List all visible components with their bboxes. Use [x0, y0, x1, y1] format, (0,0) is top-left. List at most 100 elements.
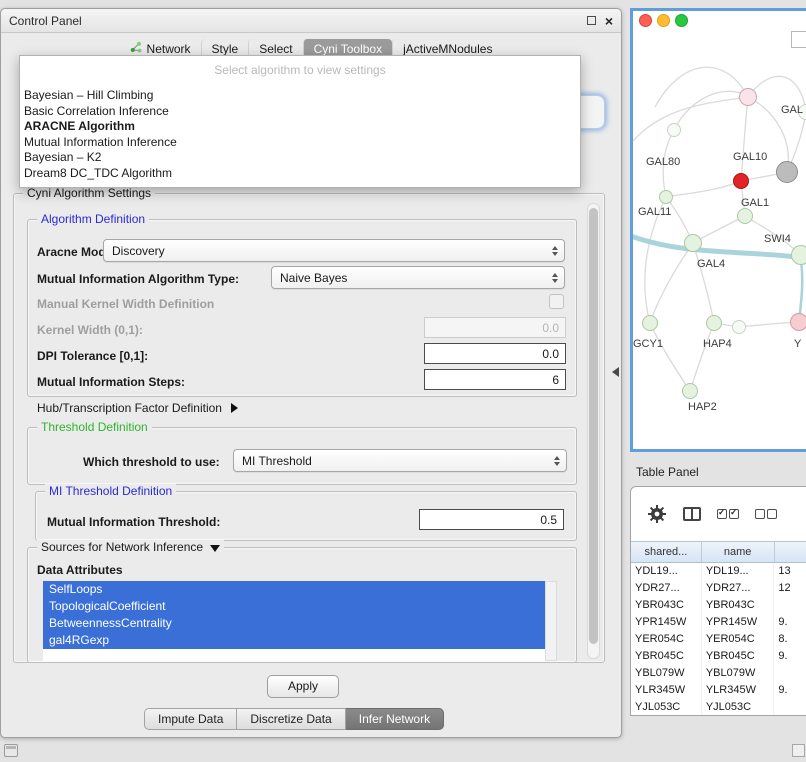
- table-cell: 9.: [774, 648, 806, 665]
- algorithm-option-bayesian-k2[interactable]: Bayesian – K2: [20, 150, 580, 166]
- apply-button[interactable]: Apply: [267, 675, 339, 698]
- which-threshold-select[interactable]: MI Threshold: [233, 449, 567, 472]
- table-column-header-2[interactable]: [775, 542, 806, 562]
- network-node-swi4[interactable]: [791, 245, 806, 265]
- table-settings-gear-icon[interactable]: [647, 504, 667, 524]
- network-node[interactable]: [776, 161, 798, 183]
- deselect-all-icon[interactable]: [755, 509, 777, 519]
- table-row[interactable]: YBL079WYBL079W: [631, 665, 806, 682]
- table-cell: YBR045C: [702, 648, 775, 665]
- manual-kernel-width-checkbox[interactable]: [549, 294, 564, 309]
- aracne-mode-select[interactable]: Discovery: [103, 239, 565, 262]
- mi-algorithm-type-value: Naive Bayes: [272, 271, 548, 285]
- dpi-tolerance-field[interactable]: 0.0: [424, 343, 566, 364]
- network-edge[interactable]: [741, 97, 748, 181]
- control-panel-titlebar[interactable]: Control Panel ×: [1, 9, 621, 33]
- algorithm-option-dream8-dc-tdc-algorithm[interactable]: Dream8 DC_TDC Algorithm: [20, 166, 580, 182]
- network-node-y[interactable]: [790, 313, 806, 331]
- network-edge[interactable]: [674, 91, 748, 130]
- bottom-tab-infer-network[interactable]: Infer Network: [346, 708, 444, 730]
- table-cell: 13: [774, 563, 806, 580]
- network-view-panel[interactable]: GALGAL80GAL10GAL11GAL1SWI4GAL4GCY1HAP4YH…: [630, 8, 806, 452]
- network-node-gal4[interactable]: [684, 234, 702, 252]
- control-panel-window: Control Panel × NetworkStyleSelectCyni T…: [0, 8, 622, 738]
- table-panel-title: Table Panel: [636, 465, 699, 479]
- network-edge[interactable]: [633, 97, 748, 141]
- table-row[interactable]: YBR045CYBR045C9.: [631, 648, 806, 665]
- table-cell: YDL19...: [631, 563, 702, 580]
- network-node-gal10[interactable]: [733, 173, 749, 189]
- table-cell: YDR27...: [702, 580, 775, 597]
- network-edge[interactable]: [650, 323, 690, 391]
- algorithm-option-bayesian-hill-climbing[interactable]: Bayesian – Hill Climbing: [20, 88, 580, 104]
- table-column-header-name[interactable]: name: [702, 542, 775, 562]
- table-cell: 12: [774, 580, 806, 597]
- table-cell: YBL079W: [631, 665, 702, 682]
- network-edge[interactable]: [655, 67, 748, 107]
- table-cell: YBL079W: [702, 665, 775, 682]
- restore-panel-icon[interactable]: [4, 744, 18, 757]
- close-window-icon[interactable]: ×: [605, 14, 613, 28]
- table-row[interactable]: YPR145WYPR145W9.: [631, 614, 806, 631]
- attributes-scrollbar[interactable]: [545, 581, 557, 661]
- table-cell: YPR145W: [631, 614, 702, 631]
- network-node[interactable]: [732, 320, 746, 334]
- mi-algorithm-type-select[interactable]: Naive Bayes: [271, 266, 565, 289]
- algorithm-option-basic-correlation-inference[interactable]: Basic Correlation Inference: [20, 104, 580, 120]
- network-edge[interactable]: [693, 243, 714, 323]
- table-header: shared...name: [631, 541, 806, 563]
- network-edge[interactable]: [650, 243, 693, 323]
- table-body: YDL19...YDL19...13YDR27...YDR27...12YBR0…: [631, 563, 806, 715]
- bottom-tab-impute-data[interactable]: Impute Data: [144, 708, 237, 730]
- data-attribute-item-topologicalcoefficient[interactable]: TopologicalCoefficient: [43, 598, 545, 615]
- select-all-icon[interactable]: [717, 509, 739, 519]
- combo-arrows-icon: [550, 456, 566, 466]
- network-node-label: GCY1: [633, 338, 663, 350]
- algorithm-dropdown-placeholder: Select algorithm to view settings: [20, 56, 580, 88]
- data-attributes-list: SelfLoopsTopologicalCoefficientBetweenne…: [43, 581, 545, 661]
- table-row[interactable]: YER054CYER054C8.: [631, 631, 806, 648]
- table-row[interactable]: YDL19...YDL19...13: [631, 563, 806, 580]
- network-node[interactable]: [739, 88, 757, 106]
- mi-algorithm-type-label: Mutual Information Algorithm Type:: [37, 272, 239, 286]
- network-node-hap4[interactable]: [706, 315, 722, 331]
- mi-steps-field[interactable]: 6: [424, 369, 566, 390]
- sources-group-toggle[interactable]: Sources for Network Inference: [37, 540, 224, 554]
- network-node-gal11[interactable]: [659, 190, 673, 204]
- settings-scrollbar-thumb[interactable]: [589, 208, 598, 644]
- algorithm-options: Bayesian – Hill ClimbingBasic Correlatio…: [20, 88, 580, 181]
- table-column-header-shared[interactable]: shared...: [631, 542, 702, 562]
- data-attribute-item-gal4rgexp[interactable]: gal4RGexp: [43, 632, 545, 649]
- algorithm-option-mutual-information-inference[interactable]: Mutual Information Inference: [20, 135, 580, 151]
- network-node-gcy1[interactable]: [642, 315, 658, 331]
- algorithm-option-aracne-algorithm[interactable]: ARACNE Algorithm: [20, 119, 580, 135]
- bottom-tabs: Impute DataDiscretize DataInfer Network: [144, 708, 444, 730]
- resize-grip-icon[interactable]: [792, 744, 805, 757]
- kernel-width-field[interactable]: 0.0: [424, 317, 566, 338]
- network-node-hap2[interactable]: [682, 383, 698, 399]
- network-edges-svg: [633, 11, 806, 449]
- data-attribute-item-selfloops[interactable]: SelfLoops: [43, 581, 545, 598]
- screen: Control Panel × NetworkStyleSelectCyni T…: [0, 0, 806, 762]
- network-node-label: GAL11: [638, 206, 671, 218]
- column-visibility-icon[interactable]: [683, 507, 701, 521]
- table-cell: YBR045C: [631, 648, 702, 665]
- network-edge[interactable]: [690, 323, 714, 391]
- settings-scrollbar[interactable]: [587, 203, 600, 659]
- network-node-gal80[interactable]: [667, 123, 681, 137]
- table-row[interactable]: YJL053CYJL053C: [631, 699, 806, 715]
- float-window-icon[interactable]: [587, 16, 596, 25]
- table-cell: 9.: [774, 682, 806, 699]
- network-edge[interactable]: [666, 181, 741, 197]
- mi-threshold-label: Mutual Information Threshold:: [47, 515, 220, 529]
- table-row[interactable]: YDR27...YDR27...12: [631, 580, 806, 597]
- mi-threshold-field[interactable]: 0.5: [419, 509, 564, 530]
- table-row[interactable]: YBR043CYBR043C: [631, 597, 806, 614]
- network-node-gal1[interactable]: [737, 208, 753, 224]
- hub-definition-toggle[interactable]: Hub/Transcription Factor Definition: [37, 401, 238, 415]
- data-attribute-item-betweennesscentrality[interactable]: BetweennessCentrality: [43, 615, 545, 632]
- table-toolbar: [631, 487, 806, 541]
- bottom-tab-discretize-data[interactable]: Discretize Data: [237, 708, 345, 730]
- panel-collapse-arrow[interactable]: [612, 367, 619, 377]
- table-row[interactable]: YLR345WYLR345W9.: [631, 682, 806, 699]
